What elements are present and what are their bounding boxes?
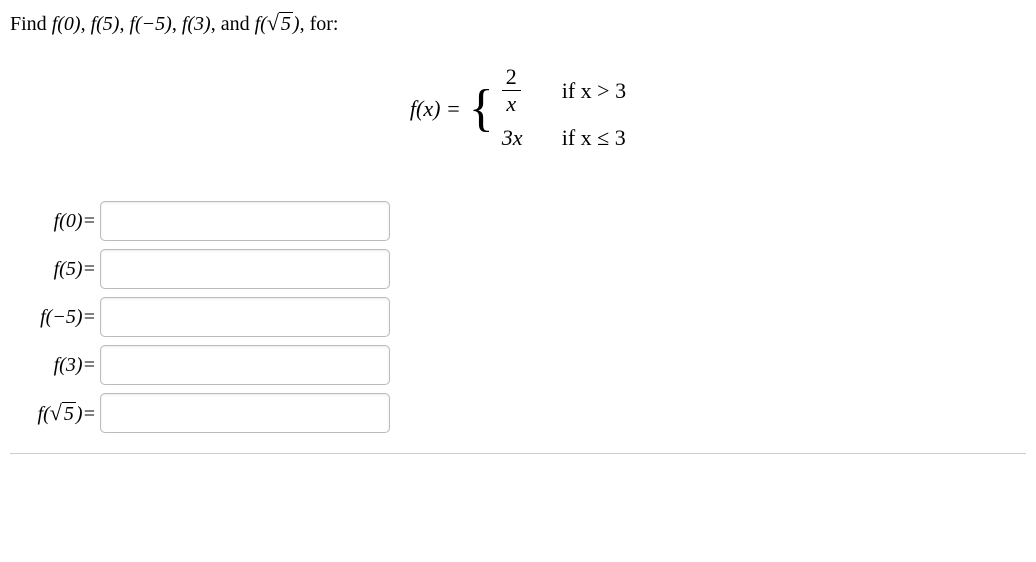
prompt-suffix: , for:	[300, 13, 339, 35]
prompt-fneg5: f(−5)	[129, 13, 171, 35]
input-fneg5[interactable]	[100, 297, 390, 337]
sqrt-sign: √	[267, 10, 279, 35]
prompt-prefix: Find	[10, 13, 52, 35]
label-fsqrt5: f(√5)=	[10, 400, 100, 426]
fraction-numerator: 2	[502, 66, 521, 91]
divider	[10, 453, 1026, 454]
prompt-fsqrt5-close: )	[293, 13, 300, 35]
answer-row-f5: f(5)=	[10, 249, 1026, 289]
prompt-f0: f(0)	[52, 13, 81, 35]
answer-row-f0: f(0)=	[10, 201, 1026, 241]
label-f0: f(0)=	[10, 210, 100, 233]
prompt-fsqrt5-f: f(	[255, 13, 267, 35]
left-brace: {	[469, 83, 494, 135]
input-fsqrt5[interactable]	[100, 393, 390, 433]
sqrt-sign-label: √	[50, 400, 62, 425]
answer-row-fneg5: f(−5)=	[10, 297, 1026, 337]
case-2-condition: if x ≤ 3	[562, 125, 626, 151]
case-2-expr: 3x	[502, 125, 542, 151]
prompt-f5: f(5)	[91, 13, 120, 35]
prompt-f3: f(3)	[182, 13, 211, 35]
case-2: 3x if x ≤ 3	[502, 125, 626, 151]
label-fneg5: f(−5)=	[10, 306, 100, 329]
fraction-denominator: x	[502, 91, 520, 115]
input-f3[interactable]	[100, 345, 390, 385]
answer-row-f3: f(3)=	[10, 345, 1026, 385]
fraction-2-over-x: 2 x	[502, 66, 521, 115]
input-f0[interactable]	[100, 201, 390, 241]
answers-block: f(0)= f(5)= f(−5)= f(3)= f(√5)=	[10, 201, 1026, 433]
case-1-condition: if x > 3	[562, 78, 626, 104]
case-1: 2 x if x > 3	[502, 66, 626, 115]
prompt-fsqrt5: f(√5)	[255, 13, 300, 35]
prompt-and: , and	[211, 13, 255, 35]
answer-row-fsqrt5: f(√5)=	[10, 393, 1026, 433]
label-f5: f(5)=	[10, 258, 100, 281]
sqrt-arg: 5	[279, 12, 293, 35]
equation-lhs: f(x) =	[410, 96, 461, 122]
sqrt-arg-label: 5	[62, 402, 76, 425]
question-prompt: Find f(0), f(5), f(−5), f(3), and f(√5),…	[10, 10, 1026, 36]
input-f5[interactable]	[100, 249, 390, 289]
label-f3: f(3)=	[10, 354, 100, 377]
piecewise-equation: f(x) = { 2 x if x > 3 3x if x ≤ 3	[10, 66, 1026, 151]
